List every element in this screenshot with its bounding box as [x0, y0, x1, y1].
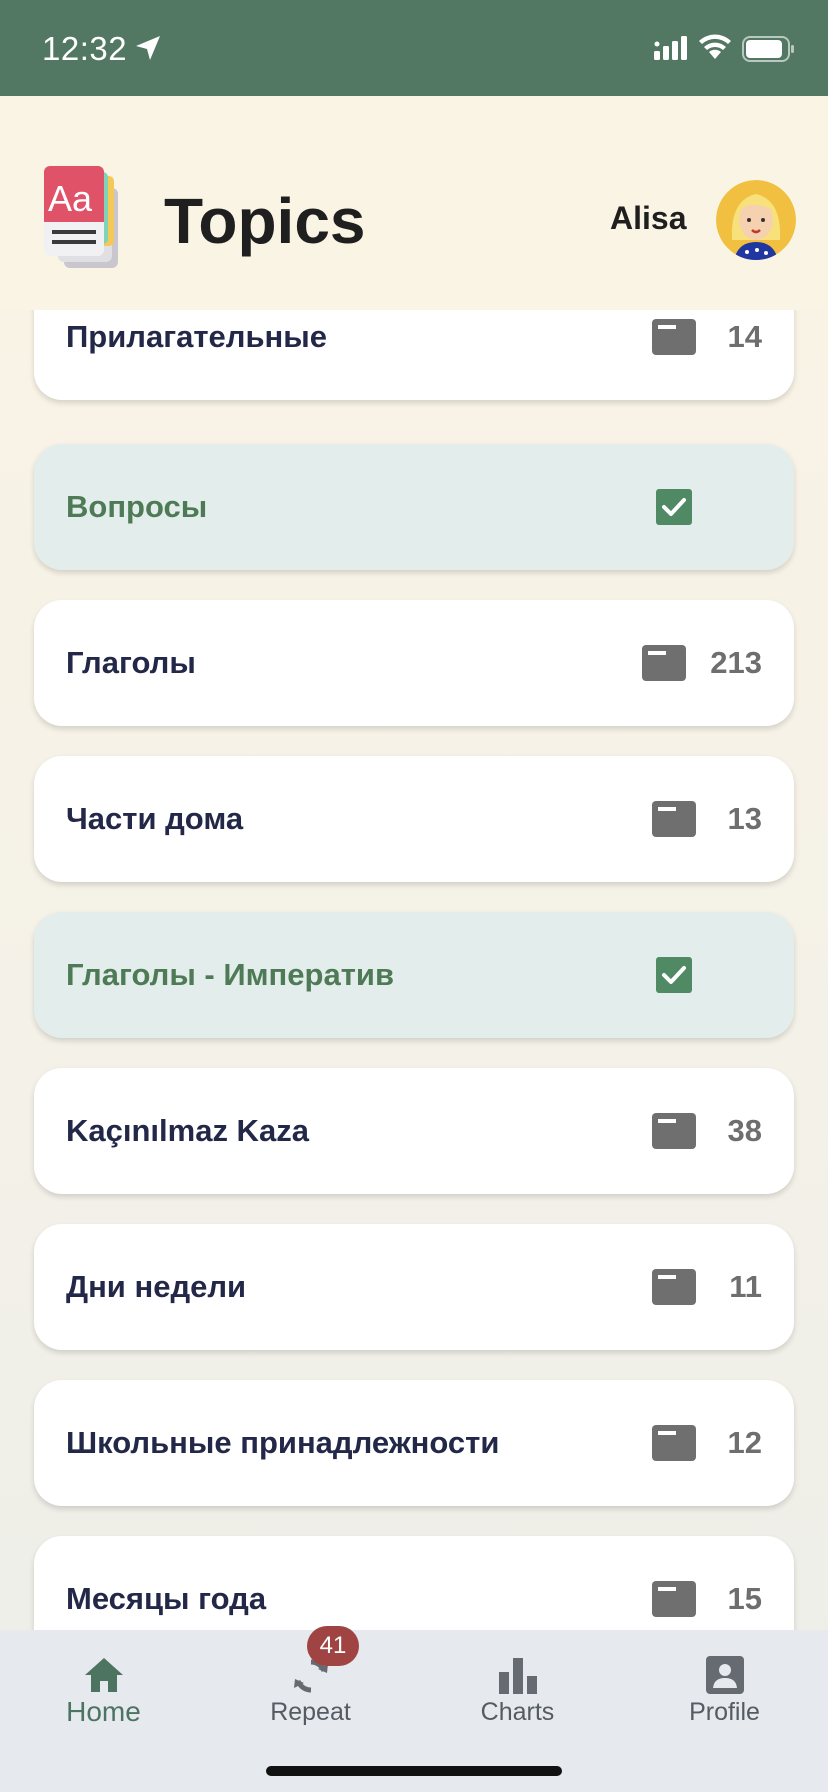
tab-label: Repeat — [270, 1698, 351, 1726]
status-time: 12:32 — [42, 30, 128, 67]
flashcards-icon — [642, 645, 686, 681]
location-arrow-icon — [136, 36, 160, 60]
topic-card[interactable]: Школьные принадлежности 12 — [34, 1380, 794, 1506]
topic-card[interactable]: Прилагательные 14 — [34, 310, 794, 400]
topic-card-count: 213 — [710, 645, 762, 680]
profile-icon — [705, 1656, 744, 1694]
repeat-count-badge: 41 — [307, 1626, 359, 1666]
avatar-image — [716, 180, 796, 260]
tab-charts[interactable]: Charts — [414, 1630, 621, 1742]
app-logo-icon: Aa — [44, 166, 118, 268]
topic-list[interactable]: Прилагательные 14 Вопросы Глаголы 213 Ча… — [0, 310, 828, 1630]
flashcards-icon — [652, 1269, 696, 1305]
page-title: Topics — [164, 185, 366, 257]
topic-card[interactable]: Глаголы 213 — [34, 600, 794, 726]
topic-card-count: 15 — [727, 1581, 762, 1616]
topic-name: Дни недели — [66, 1269, 247, 1304]
topic-name: Вопросы — [66, 489, 208, 524]
flashcards-icon — [652, 1113, 696, 1149]
topic-card-count: 11 — [729, 1269, 762, 1304]
flashcards-icon — [652, 319, 696, 355]
topic-card[interactable]: Дни недели 11 — [34, 1224, 794, 1350]
wifi-icon — [699, 34, 731, 59]
avatar[interactable] — [716, 180, 796, 260]
svg-text:Aa: Aa — [48, 178, 93, 219]
topic-card[interactable]: Глаголы - Императив — [34, 912, 794, 1038]
topic-name: Месяцы года — [66, 1581, 267, 1616]
topic-card[interactable]: Части дома 13 — [34, 756, 794, 882]
flashcards-icon — [652, 1581, 696, 1617]
tab-label: Home — [66, 1696, 141, 1727]
topic-card[interactable]: Kaçınılmaz Kaza 38 — [34, 1068, 794, 1194]
bar-chart-icon — [498, 1658, 537, 1694]
tab-home[interactable]: Home — [0, 1630, 207, 1742]
tab-repeat[interactable]: 41 Repeat — [207, 1626, 414, 1742]
cellular-signal-icon — [654, 36, 687, 60]
topic-name: Школьные принадлежности — [66, 1425, 500, 1460]
flashcards-icon — [652, 801, 696, 837]
home-indicator — [266, 1766, 562, 1776]
topic-name: Глаголы - Императив — [66, 957, 394, 992]
home-icon — [84, 1658, 123, 1692]
tab-label: Charts — [480, 1698, 555, 1726]
checkbox-checked-icon — [656, 957, 692, 993]
topic-name: Части дома — [66, 801, 244, 836]
tab-profile[interactable]: Profile — [621, 1630, 828, 1742]
header: Aa Topics Alisa — [0, 96, 828, 310]
topic-card-count: 12 — [727, 1425, 762, 1460]
status-bar: 12:32 — [0, 0, 828, 96]
battery-icon — [742, 36, 794, 62]
topic-name: Прилагательные — [66, 319, 327, 354]
topic-card[interactable]: Вопросы — [34, 444, 794, 570]
topic-name: Kaçınılmaz Kaza — [66, 1113, 309, 1148]
topic-card-count: 14 — [727, 319, 762, 354]
topic-name: Глаголы — [66, 645, 196, 680]
topic-card-count: 38 — [727, 1113, 762, 1148]
topic-card-count: 13 — [727, 801, 762, 836]
flashcards-icon — [652, 1425, 696, 1461]
topic-card[interactable]: Месяцы года 15 — [34, 1536, 794, 1630]
user-name[interactable]: Alisa — [610, 200, 686, 237]
checkbox-checked-icon — [656, 489, 692, 525]
tab-label: Profile — [689, 1698, 760, 1726]
